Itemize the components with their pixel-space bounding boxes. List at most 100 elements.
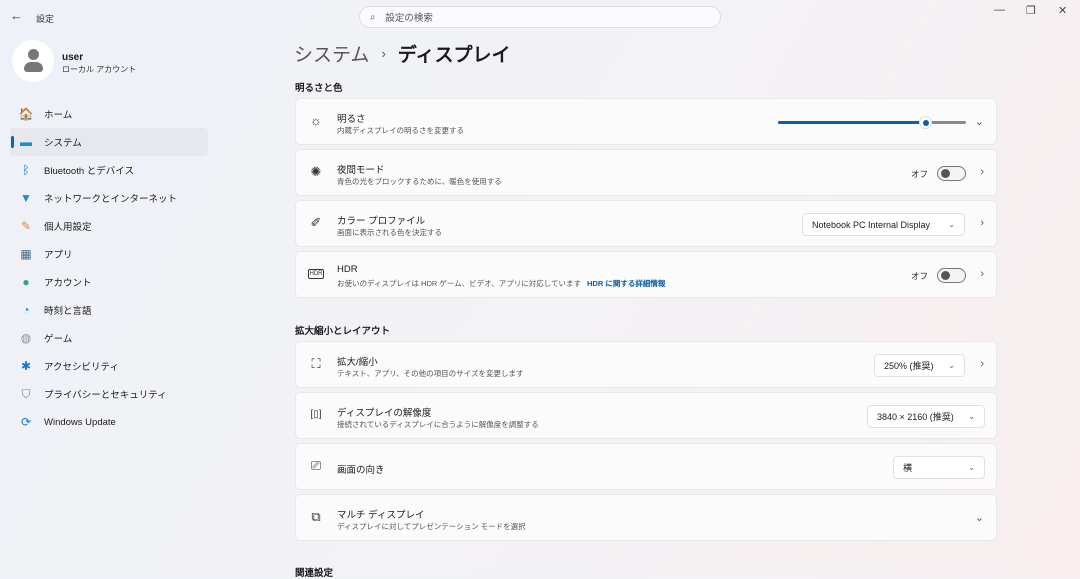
- sidebar-item-label: アクセシビリティ: [44, 362, 119, 373]
- sidebar-item[interactable]: ✱ アクセシビリティ: [10, 352, 208, 380]
- sidebar-item[interactable]: ▼ ネットワークとインターネット: [10, 184, 208, 212]
- eyedropper-icon: ✐: [310, 215, 322, 230]
- hdr-desc: お使いのディスプレイは HDR ゲーム、ビデオ、アプリに対応しています: [337, 279, 581, 288]
- resolution-icon: [▯]: [310, 409, 322, 420]
- sidebar-item[interactable]: ▬ システム: [10, 128, 208, 156]
- sidebar-item[interactable]: ◔ 時刻と言語: [10, 296, 208, 324]
- chevron-right-icon[interactable]: ›: [980, 166, 984, 178]
- color-profile-desc: 画面に表示される色を決定する: [337, 228, 442, 237]
- section-scale-layout: 拡大縮小とレイアウト: [295, 326, 391, 337]
- color-profile-row[interactable]: ✐ カラー プロファイル 画面に表示される色を決定する Notebook PC …: [295, 200, 997, 247]
- sidebar-item-label: 時刻と言語: [44, 306, 92, 317]
- scale-title: 拡大/縮小: [337, 357, 378, 368]
- color-profile-dropdown[interactable]: Notebook PC Internal Display ⌄: [802, 213, 965, 236]
- breadcrumb: システム › ディスプレイ: [294, 40, 510, 67]
- section-brightness-color: 明るさと色: [295, 83, 343, 94]
- breadcrumb-separator: ›: [381, 46, 386, 61]
- orientation-value: 横: [903, 463, 913, 473]
- nav-icon: ✱: [20, 359, 32, 373]
- nav-icon: ◔: [22, 303, 30, 317]
- hdr-toggle[interactable]: [937, 268, 966, 283]
- hdr-row[interactable]: HDR HDR お使いのディスプレイは HDR ゲーム、ビデオ、アプリに対応して…: [295, 251, 997, 298]
- color-profile-title: カラー プロファイル: [337, 216, 426, 227]
- sidebar-item[interactable]: ⛉ プライバシーとセキュリティ: [10, 380, 208, 408]
- chevron-down-icon[interactable]: ⌄: [975, 115, 984, 128]
- nav-icon: ◍: [20, 331, 32, 345]
- nav-icon: ✎: [20, 219, 32, 233]
- night-light-row[interactable]: ✺ 夜間モード 青色の光をブロックするために、暖色を使用する オフ ›: [295, 149, 997, 196]
- hdr-learn-more-link[interactable]: HDR に関する詳細情報: [587, 279, 665, 288]
- nav-icon: ⟳: [20, 415, 32, 429]
- sidebar-item-label: ネットワークとインターネット: [44, 194, 178, 205]
- resolution-desc: 接続されているディスプレイに合うように解像度を調整する: [337, 420, 539, 429]
- breadcrumb-system[interactable]: システム: [294, 40, 369, 67]
- chevron-down-icon: ⌄: [948, 361, 955, 370]
- chevron-right-icon[interactable]: ›: [980, 217, 984, 229]
- hdr-icon: HDR: [308, 269, 324, 279]
- sidebar-item[interactable]: ⟳ Windows Update: [10, 408, 208, 436]
- multi-display-desc: ディスプレイに対してプレゼンテーション モードを選択: [337, 522, 526, 531]
- night-light-title: 夜間モード: [337, 165, 385, 176]
- nav-icon: ᛒ: [22, 163, 30, 177]
- nav-icon: ●: [22, 275, 30, 289]
- orientation-dropdown[interactable]: 横 ⌄: [893, 456, 985, 479]
- sidebar-item[interactable]: ✎ 個人用設定: [10, 212, 208, 240]
- slider-thumb[interactable]: [918, 116, 932, 129]
- multi-display-title: マルチ ディスプレイ: [337, 510, 425, 521]
- sidebar-item-label: Windows Update: [44, 416, 116, 428]
- nav-icon: ▼: [20, 191, 32, 205]
- orientation-icon: ⎚: [310, 458, 322, 473]
- app-title: 設定: [36, 14, 55, 24]
- resolution-value: 3840 × 2160 (推奨): [877, 412, 954, 422]
- resolution-row[interactable]: [▯] ディスプレイの解像度 接続されているディスプレイに合うように解像度を調整…: [295, 392, 997, 439]
- scale-dropdown[interactable]: 250% (推奨) ⌄: [874, 354, 965, 377]
- brightness-icon: ☼: [310, 113, 322, 128]
- sidebar-item-label: アプリ: [44, 250, 73, 261]
- night-light-desc: 青色の光をブロックするために、暖色を使用する: [337, 177, 502, 186]
- scale-row[interactable]: ⛶ 拡大/縮小 テキスト、アプリ、その他の項目のサイズを変更します 250% (…: [295, 341, 997, 388]
- brightness-row[interactable]: ☼ 明るさ 内蔵ディスプレイの明るさを変更する ⌄: [295, 98, 997, 145]
- chevron-down-icon: ⌄: [968, 412, 975, 421]
- orientation-row[interactable]: ⎚ 画面の向き 横 ⌄: [295, 443, 997, 490]
- scale-value: 250% (推奨): [884, 361, 934, 371]
- avatar[interactable]: [12, 40, 54, 82]
- resolution-dropdown[interactable]: 3840 × 2160 (推奨) ⌄: [867, 405, 985, 428]
- chevron-right-icon[interactable]: ›: [980, 358, 984, 370]
- brightness-title: 明るさ: [337, 114, 366, 125]
- nav-icon: ▬: [20, 135, 32, 149]
- night-light-icon: ✺: [310, 164, 322, 179]
- sidebar-item[interactable]: 🏠 ホーム: [10, 100, 208, 128]
- orientation-title: 画面の向き: [337, 465, 385, 476]
- close-button[interactable]: ✕: [1058, 4, 1067, 17]
- hdr-state: オフ: [910, 271, 928, 281]
- chevron-right-icon[interactable]: ›: [980, 268, 984, 280]
- resolution-title: ディスプレイの解像度: [337, 408, 432, 419]
- minimize-button[interactable]: —: [994, 4, 1005, 16]
- sidebar-item[interactable]: ● アカウント: [10, 268, 208, 296]
- sidebar-item[interactable]: ᛒ Bluetooth とデバイス: [10, 156, 208, 184]
- brightness-desc: 内蔵ディスプレイの明るさを変更する: [337, 126, 464, 135]
- search-icon: ⌕: [370, 11, 376, 23]
- chevron-down-icon: ⌄: [968, 463, 975, 472]
- sidebar-item-label: アカウント: [44, 278, 92, 289]
- page-title: ディスプレイ: [397, 45, 511, 66]
- brightness-slider[interactable]: [778, 116, 966, 129]
- back-button[interactable]: ←: [10, 8, 23, 23]
- search-input[interactable]: ⌕ 設定の検索: [359, 6, 721, 28]
- sidebar-item[interactable]: ▦ アプリ: [10, 240, 208, 268]
- sidebar-nav: 🏠 ホーム ▬ システム ᛒ Bluetooth とデバイス ▼ ネットワークとインターネット…: [10, 100, 208, 436]
- multi-display-icon: ⧉: [311, 509, 321, 524]
- color-profile-value: Notebook PC Internal Display: [812, 219, 931, 230]
- user-name: user: [62, 52, 84, 63]
- sidebar-item-label: ホーム: [44, 110, 73, 121]
- scale-icon: ⛶: [311, 356, 321, 371]
- multi-display-row[interactable]: ⧉ マルチ ディスプレイ ディスプレイに対してプレゼンテーション モードを選択 …: [295, 494, 997, 541]
- chevron-down-icon: ⌄: [948, 220, 955, 229]
- section-related: 関連設定: [295, 568, 334, 579]
- sidebar-item-label: Bluetooth とデバイス: [44, 166, 134, 177]
- night-light-toggle[interactable]: [937, 166, 966, 181]
- sidebar-item[interactable]: ◍ ゲーム: [10, 324, 208, 352]
- chevron-down-icon[interactable]: ⌄: [975, 511, 984, 524]
- sidebar-item-label: ゲーム: [44, 334, 73, 345]
- maximize-button[interactable]: ❐: [1026, 4, 1036, 17]
